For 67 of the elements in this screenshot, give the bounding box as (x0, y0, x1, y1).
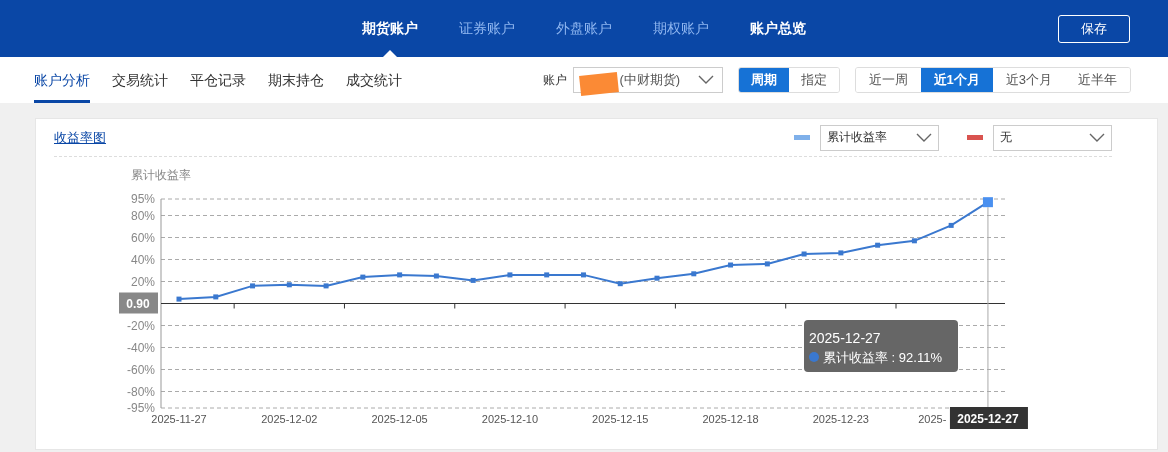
point (544, 272, 550, 278)
tooltip-date: 2025-12-27 (809, 330, 881, 346)
range-button[interactable]: 近1个月 (920, 68, 993, 92)
x-tick-label: 2025-12-02 (261, 413, 318, 425)
point (250, 283, 256, 289)
series-select[interactable]: 累计收益率 (820, 124, 939, 151)
y-tick-label: -20% (127, 318, 155, 333)
x-tick-label: 2025-12-23 (812, 413, 869, 425)
section-tab[interactable]: 成交统计 (346, 57, 402, 103)
y-tick-label: 20% (130, 274, 155, 289)
x-tick-label: 2025-12-10 (481, 413, 539, 425)
point (323, 283, 329, 289)
nav-tab[interactable]: 期权账户 (653, 0, 709, 57)
x-tick-label: 2025-12-18 (702, 413, 759, 425)
chart-title-link[interactable]: 收益率图 (54, 128, 106, 147)
tooltip-value: 累计收益率 : 92.11% (823, 350, 942, 365)
point (911, 238, 917, 244)
x-tick-label: 2025- (918, 413, 947, 425)
point (875, 242, 881, 248)
y-tick-label: 95% (130, 192, 155, 206)
x-tick-label: 2025-12-05 (371, 413, 428, 425)
point (397, 272, 403, 278)
redaction-mark (578, 72, 619, 96)
account-select[interactable]: (中财期货) (572, 67, 723, 93)
y-tick-label: -95% (127, 401, 155, 415)
point (948, 222, 954, 228)
point (617, 281, 623, 287)
point (176, 296, 182, 302)
point (654, 275, 660, 281)
point (213, 294, 219, 300)
point (764, 261, 770, 267)
account-label: 账户 (542, 71, 567, 89)
x-tick-label: 2025-11-27 (151, 413, 207, 425)
chevron-down-icon (916, 132, 932, 143)
y-tick-label: 60% (130, 230, 155, 245)
y-tick-label: -80% (127, 384, 155, 399)
y-tick-label: -60% (127, 362, 155, 377)
chevron-down-icon (697, 75, 714, 85)
section-tab[interactable]: 账户分析 (34, 57, 90, 103)
point (801, 251, 807, 257)
x-pointer-label: 2025-12-27 (949, 407, 1028, 429)
point (580, 272, 586, 278)
axis-title: 累计收益率 (131, 168, 191, 182)
y-pointer-label: 0.90 (119, 292, 158, 314)
section-tab[interactable]: 平仓记录 (190, 57, 246, 103)
y-tick-label: -40% (127, 340, 155, 355)
save-button[interactable]: 保存 (1058, 14, 1130, 43)
point (470, 277, 476, 283)
section-tab[interactable]: 交易统计 (112, 57, 168, 103)
chevron-down-icon (1089, 132, 1105, 143)
point (691, 271, 697, 277)
section-tab[interactable]: 期末持仓 (268, 57, 324, 103)
point (838, 250, 844, 256)
point (433, 273, 439, 279)
point (286, 282, 292, 288)
nav-tab[interactable]: 证券账户 (459, 0, 515, 57)
y-tick-label: 80% (130, 208, 155, 223)
mode-button[interactable]: 周期 (738, 68, 789, 92)
y-tick-label: 40% (130, 252, 155, 267)
point (360, 274, 366, 280)
series-select[interactable]: 无 (993, 124, 1112, 151)
point (507, 272, 513, 278)
nav-tab[interactable]: 外盘账户 (556, 0, 612, 57)
x-tick-label: 2025-12-15 (592, 413, 649, 425)
series-dot-icon (809, 352, 819, 362)
point (728, 262, 734, 268)
nav-tab[interactable]: 账户总览 (750, 0, 806, 57)
